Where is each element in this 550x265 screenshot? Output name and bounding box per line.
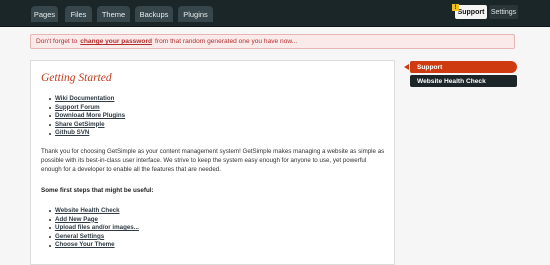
list-item[interactable]: Github SVN bbox=[49, 129, 125, 138]
tab-pages[interactable]: Pages bbox=[31, 6, 58, 22]
sidebar-item-health-check[interactable]: Website Health Check bbox=[410, 75, 517, 87]
tab-backups[interactable]: Backups bbox=[135, 6, 173, 22]
tab-files[interactable]: Files bbox=[65, 6, 92, 22]
sidebar-item-support[interactable]: Support bbox=[410, 61, 517, 73]
choose-theme-link[interactable]: Choose Your Theme bbox=[55, 241, 115, 248]
resource-links: Wiki Documentation Support Forum Downloa… bbox=[49, 95, 125, 138]
banner-text-after: from that random generated one you have … bbox=[155, 38, 298, 45]
list-item[interactable]: Download More Plugins bbox=[49, 112, 125, 121]
first-steps-heading: Some first steps that might be useful: bbox=[41, 187, 154, 194]
tab-theme[interactable]: Theme bbox=[97, 6, 130, 22]
alert-icon: ! bbox=[452, 4, 459, 11]
tab-plugins[interactable]: Plugins bbox=[178, 6, 213, 22]
change-password-link[interactable]: change your password bbox=[80, 38, 152, 45]
page-title: Getting Started bbox=[41, 72, 112, 84]
upload-files-link[interactable]: Upload files and/or images... bbox=[55, 224, 139, 231]
tab-settings[interactable]: Settings bbox=[489, 5, 518, 19]
tab-support[interactable]: Support bbox=[455, 5, 487, 19]
top-navigation: Pages Files Theme Backups Plugins Suppor… bbox=[0, 0, 550, 27]
github-svn-link[interactable]: Github SVN bbox=[55, 129, 89, 136]
list-item[interactable]: General Settings bbox=[49, 233, 139, 242]
password-warning-banner: Don't forget to change your password fro… bbox=[30, 34, 515, 49]
first-steps-links: Website Health Check Add New Page Upload… bbox=[49, 207, 139, 250]
list-item[interactable]: Wiki Documentation bbox=[49, 95, 125, 104]
wiki-documentation-link[interactable]: Wiki Documentation bbox=[55, 95, 114, 102]
share-getsimple-link[interactable]: Share GetSimple bbox=[55, 121, 105, 128]
list-item[interactable]: Add New Page bbox=[49, 216, 139, 225]
health-check-link[interactable]: Website Health Check bbox=[55, 207, 120, 214]
list-item[interactable]: Choose Your Theme bbox=[49, 241, 139, 250]
intro-paragraph: Thank you for choosing GetSimple as your… bbox=[41, 148, 385, 173]
add-new-page-link[interactable]: Add New Page bbox=[55, 216, 98, 223]
list-item[interactable]: Share GetSimple bbox=[49, 121, 125, 130]
active-arrow-icon bbox=[404, 64, 409, 70]
banner-text-before: Don't forget to bbox=[36, 38, 78, 45]
list-item[interactable]: Website Health Check bbox=[49, 207, 139, 216]
list-item[interactable]: Support Forum bbox=[49, 104, 125, 113]
general-settings-link[interactable]: General Settings bbox=[55, 233, 104, 240]
support-forum-link[interactable]: Support Forum bbox=[55, 104, 100, 111]
main-panel: Getting Started Wiki Documentation Suppo… bbox=[30, 60, 395, 265]
download-plugins-link[interactable]: Download More Plugins bbox=[55, 112, 125, 119]
list-item[interactable]: Upload files and/or images... bbox=[49, 224, 139, 233]
